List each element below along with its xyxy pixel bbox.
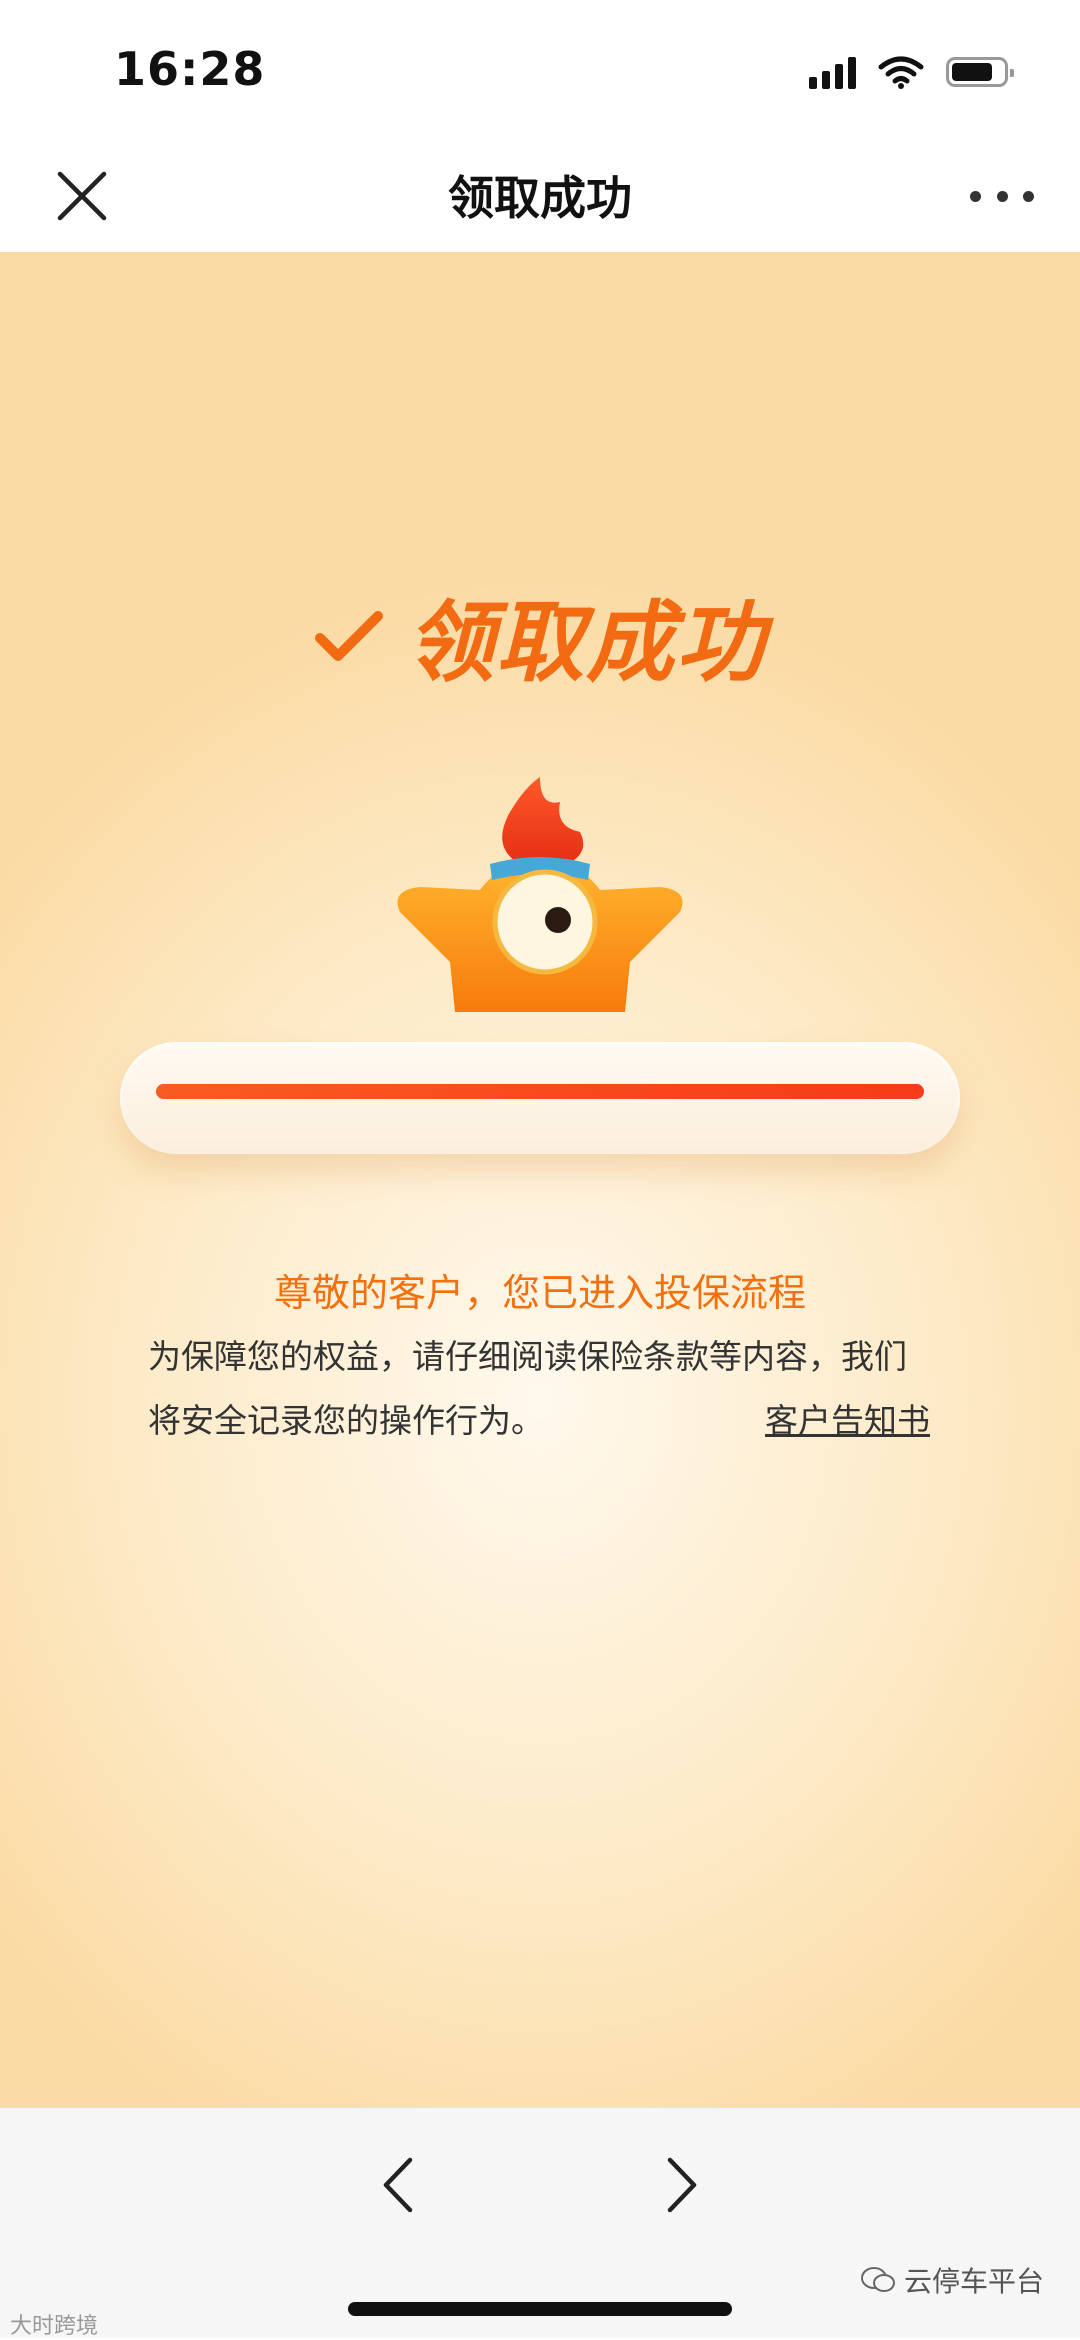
progress-fill (156, 1084, 924, 1099)
watermark-left-text: 大时跨境 (10, 2314, 99, 2339)
watermark-right-text: 云停车平台 (903, 2265, 1044, 2298)
status-bar: 16:28 (0, 0, 1080, 140)
wifi-icon (878, 56, 924, 89)
status-icons (809, 52, 1014, 92)
battery-icon (946, 57, 1014, 87)
watermark-right: 云停车平台 (860, 2260, 1044, 2300)
success-text: 领取成功 (405, 591, 766, 694)
signal-icon (809, 55, 856, 89)
success-heading: 领取成功 (0, 572, 1080, 699)
mascot-illustration (397, 777, 683, 1012)
progress-bar (120, 1042, 960, 1154)
progress-track (156, 1084, 924, 1099)
nav-bar: 领取成功 (0, 140, 1080, 253)
forward-icon[interactable] (650, 2150, 710, 2220)
bottom-toolbar: 云停车平台 大时跨境 (0, 2107, 1080, 2340)
home-indicator (348, 2302, 732, 2316)
check-icon (314, 610, 383, 661)
page-title: 领取成功 (448, 171, 632, 225)
customer-notice-link[interactable]: 客户告知书 (765, 1389, 930, 1453)
status-time: 16:28 (114, 42, 266, 96)
watermark-left: 大时跨境 (10, 2308, 98, 2340)
more-icon[interactable] (970, 166, 1034, 226)
main-content: 领取成功 尊敬的客户，您已进入投保流程 为保障您的权益，请仔细阅读保险条款等内容… (0, 252, 1080, 2107)
wechat-icon (860, 2267, 895, 2292)
back-icon[interactable] (370, 2150, 430, 2220)
greeting-text: 尊敬的客户，您已进入投保流程 (273, 1271, 806, 1315)
